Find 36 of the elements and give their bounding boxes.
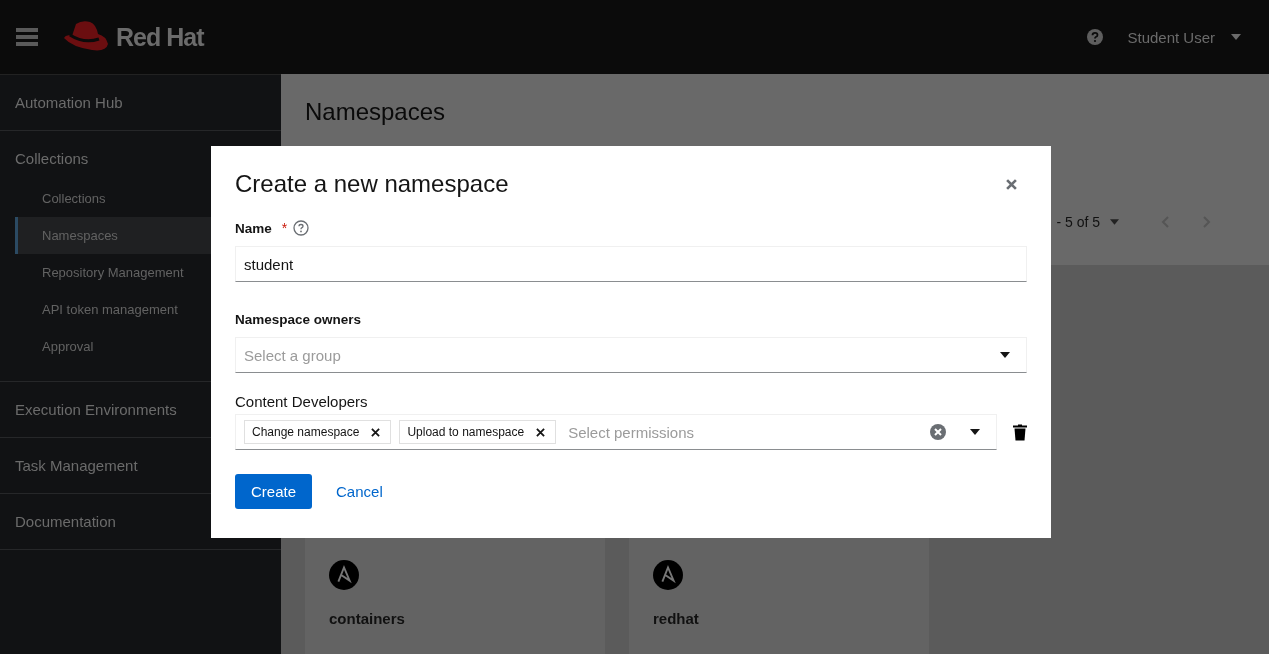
permissions-placeholder: Select permissions xyxy=(568,423,696,441)
name-input[interactable]: student xyxy=(235,246,1027,282)
caret-icon xyxy=(1231,34,1241,40)
logo-icon xyxy=(329,560,359,590)
user-menu[interactable]: Student User xyxy=(1127,28,1241,46)
modal-title: Create a new namespace xyxy=(235,170,509,198)
caret-icon xyxy=(1000,352,1010,358)
caret-icon xyxy=(1110,219,1119,225)
remove-icon[interactable] xyxy=(371,427,381,437)
pagination-toggle[interactable]: - 5 of 5 xyxy=(1056,214,1119,230)
close-icon[interactable] xyxy=(1006,178,1017,190)
chip-label: Upload to namespace xyxy=(407,425,525,439)
menu-icon[interactable] xyxy=(16,28,38,46)
page-title: Namespaces xyxy=(305,98,447,126)
namespace-card[interactable]: redhat xyxy=(629,538,929,654)
caret-icon[interactable] xyxy=(970,429,980,435)
chip-label: Change namespace xyxy=(252,425,360,439)
create-button[interactable]: Create xyxy=(235,474,313,509)
cancel-button[interactable]: Cancel xyxy=(336,474,383,509)
field-label: Content Developers xyxy=(235,393,368,410)
clear-icon[interactable] xyxy=(930,424,946,440)
namespace-name: redhat xyxy=(653,610,699,627)
remove-icon[interactable] xyxy=(536,427,546,437)
logo-icon xyxy=(653,560,683,590)
field-label: Name xyxy=(235,220,272,236)
required-mark: * xyxy=(281,220,288,236)
namespace-card[interactable]: containers xyxy=(305,538,605,654)
brand-name[interactable]: Red Hat xyxy=(116,22,204,52)
field-label: Namespace owners xyxy=(235,312,362,327)
help-icon[interactable] xyxy=(1087,29,1104,45)
namespace-name: containers xyxy=(329,610,405,627)
help-icon[interactable] xyxy=(293,220,310,236)
nav-item[interactable]: Automation Hub xyxy=(0,75,281,130)
permissions-select[interactable]: Change namespace Upload to namespace Select permissions xyxy=(235,414,997,450)
trash-icon[interactable] xyxy=(1013,423,1027,441)
group-select[interactable]: Select a group xyxy=(235,337,1027,373)
